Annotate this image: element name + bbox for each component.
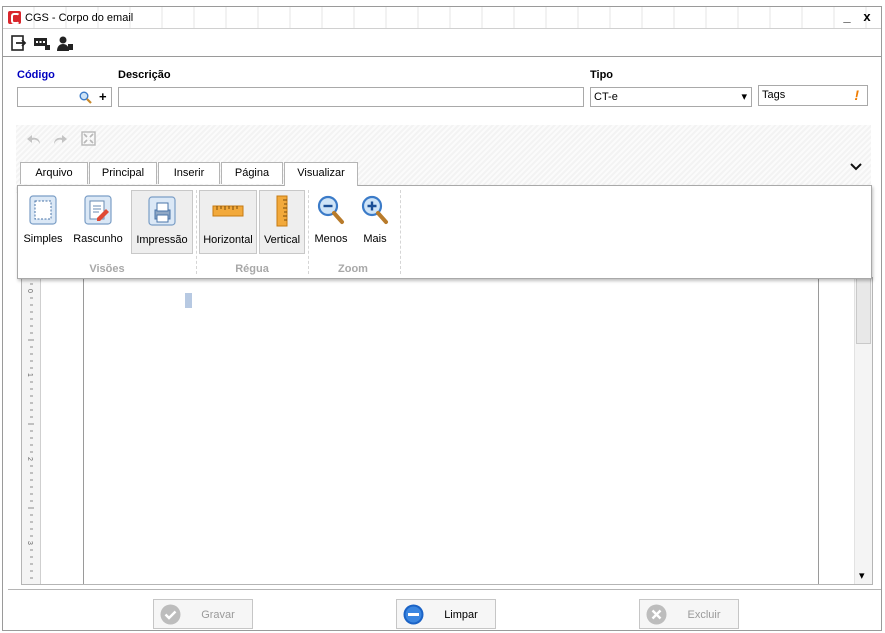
exit-icon[interactable] bbox=[11, 35, 27, 51]
close-button[interactable]: x bbox=[859, 9, 875, 25]
horizontal-ruler-button[interactable]: Horizontal bbox=[199, 190, 257, 254]
group-regua-label: Régua bbox=[235, 263, 269, 275]
search-icon[interactable] bbox=[79, 91, 92, 104]
tipo-select[interactable]: CT-e ▾ bbox=[590, 87, 752, 107]
descricao-field[interactable] bbox=[118, 87, 584, 107]
tab-principal[interactable]: Principal bbox=[89, 162, 157, 184]
zoom-in-icon bbox=[361, 195, 388, 224]
tab-pagina[interactable]: Página bbox=[221, 162, 283, 184]
simple-view-icon bbox=[29, 195, 57, 225]
ruler-label: 3 bbox=[26, 541, 33, 545]
minimize-button[interactable]: _ bbox=[839, 9, 855, 25]
vertical-ruler-button[interactable]: Vertical bbox=[259, 190, 305, 254]
group-separator bbox=[308, 190, 309, 274]
ruler-ticks: 0 1 2 3 bbox=[26, 283, 34, 579]
footer-bar: Gravar Limpar Excluir bbox=[8, 589, 881, 633]
draft-view-icon bbox=[84, 195, 112, 225]
tab-visualizar[interactable]: Visualizar bbox=[284, 162, 358, 186]
horizontal-ruler-icon bbox=[212, 205, 244, 217]
window-title: CGS - Corpo do email bbox=[25, 12, 134, 24]
group-separator bbox=[400, 190, 401, 274]
menos-label: Menos bbox=[314, 233, 348, 245]
limpar-label: Limpar bbox=[444, 609, 478, 621]
tipo-value: CT-e bbox=[594, 91, 618, 103]
tab-arquivo[interactable]: Arquivo bbox=[20, 162, 88, 184]
vertical-ruler: 0 1 2 3 bbox=[22, 278, 41, 584]
ribbon-panel-visualizar: Simples Rascunho Impressão Visões Horizo… bbox=[17, 185, 872, 279]
rascunho-view-button[interactable]: Rascunho bbox=[69, 190, 127, 254]
impressao-label: Impressão bbox=[136, 234, 188, 246]
zoom-in-button[interactable]: Mais bbox=[355, 190, 395, 254]
top-toolbar bbox=[3, 30, 881, 57]
limpar-button[interactable]: Limpar bbox=[396, 599, 496, 629]
print-view-icon bbox=[148, 196, 176, 226]
excluir-button[interactable]: Excluir bbox=[639, 599, 739, 629]
tipo-label: Tipo bbox=[590, 69, 614, 81]
messages-icon[interactable] bbox=[34, 35, 50, 51]
scrollbar-thumb[interactable] bbox=[856, 278, 871, 344]
ruler-label: 0 bbox=[26, 289, 33, 293]
redo-icon[interactable] bbox=[52, 132, 68, 146]
zoom-out-button[interactable]: Menos bbox=[311, 190, 351, 254]
descricao-label: Descrição bbox=[118, 69, 171, 81]
tab-inserir[interactable]: Inserir bbox=[158, 162, 220, 184]
collapse-ribbon-icon[interactable] bbox=[850, 163, 862, 171]
gravar-label: Gravar bbox=[201, 609, 235, 621]
zoom-out-icon bbox=[317, 195, 344, 224]
page-margin-right bbox=[818, 278, 819, 584]
simples-label: Simples bbox=[23, 233, 63, 245]
tags-button[interactable]: Tags ! bbox=[758, 85, 868, 106]
page-margin-left bbox=[83, 278, 84, 584]
codigo-label: Código bbox=[17, 69, 55, 81]
undo-icon[interactable] bbox=[26, 132, 42, 146]
group-visoes-label: Visões bbox=[89, 263, 125, 275]
impressao-view-button[interactable]: Impressão bbox=[131, 190, 193, 254]
vertical-ruler-icon bbox=[276, 195, 288, 227]
title-bar: CGS - Corpo do email _ x bbox=[3, 7, 881, 29]
group-zoom-label: Zoom bbox=[338, 263, 368, 275]
ruler-label: 1 bbox=[26, 373, 33, 377]
codigo-field[interactable]: + bbox=[17, 87, 112, 107]
text-cursor bbox=[185, 293, 192, 308]
horizontal-label: Horizontal bbox=[203, 234, 253, 246]
excluir-label: Excluir bbox=[687, 609, 721, 621]
email-body-editor[interactable]: 0 1 2 3 ▾ bbox=[21, 277, 873, 585]
fullscreen-icon[interactable] bbox=[81, 131, 96, 146]
rascunho-label: Rascunho bbox=[73, 233, 123, 245]
gravar-button[interactable]: Gravar bbox=[153, 599, 253, 629]
main-window: CGS - Corpo do email _ x Código Descriçã… bbox=[2, 6, 882, 631]
tags-label: Tags bbox=[762, 89, 786, 101]
ruler-label: 2 bbox=[26, 457, 33, 461]
mais-label: Mais bbox=[363, 233, 387, 245]
vertical-scrollbar[interactable]: ▾ bbox=[854, 278, 872, 584]
user-icon[interactable] bbox=[57, 35, 73, 51]
add-button[interactable]: + bbox=[99, 89, 107, 104]
vertical-label: Vertical bbox=[263, 234, 301, 246]
group-separator bbox=[196, 190, 197, 274]
scroll-down-icon[interactable]: ▾ bbox=[859, 569, 865, 582]
simples-view-button[interactable]: Simples bbox=[21, 190, 65, 254]
app-logo-icon bbox=[8, 11, 21, 24]
chevron-down-icon[interactable]: ▾ bbox=[741, 90, 747, 103]
alert-icon: ! bbox=[854, 87, 859, 103]
